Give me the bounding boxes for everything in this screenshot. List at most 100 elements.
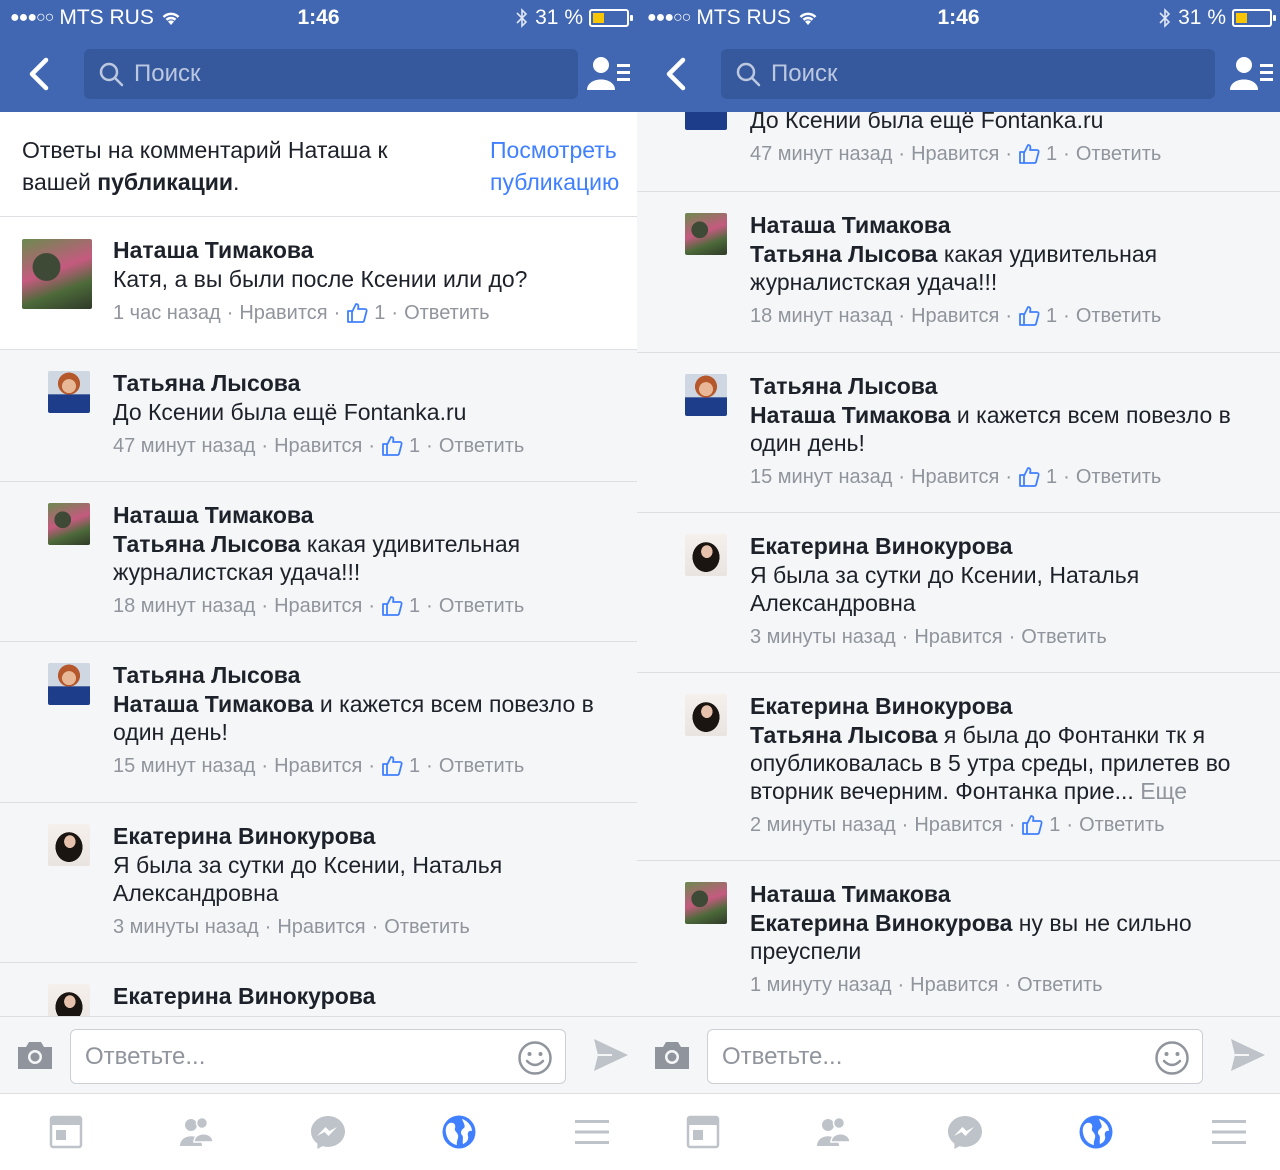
reply-placeholder: Ответьте... — [85, 1042, 206, 1070]
reply-button[interactable]: Ответить — [404, 301, 490, 325]
friends-icon[interactable] — [815, 1114, 851, 1150]
see-more-link[interactable]: Еще — [1140, 778, 1187, 804]
comment-meta: 3 минуты назад · Нравится · Ответить — [113, 915, 627, 939]
reply-item: Татьяна Лысова Наташа Тимакова и кажется… — [0, 642, 637, 803]
like-button[interactable]: Нравится — [911, 465, 999, 489]
comment-meta: 15 минут назад · Нравится · 1 · Ответить — [113, 754, 627, 778]
avatar[interactable] — [685, 882, 727, 924]
thumbs-up-icon — [382, 436, 403, 456]
news-feed-icon[interactable] — [685, 1114, 721, 1150]
view-post-link[interactable]: Посмотреть публикацию — [490, 134, 637, 198]
comment-body: Татьяна Лысова Наташа Тимакова и кажется… — [750, 371, 1270, 489]
avatar[interactable] — [685, 112, 727, 130]
meta-dot: · — [368, 595, 376, 617]
emoji-icon[interactable] — [1154, 1040, 1190, 1076]
menu-icon[interactable] — [1211, 1114, 1247, 1150]
avatar[interactable] — [685, 534, 727, 576]
comment-body: Наташа Тимакова Татьяна Лысова какая уди… — [750, 210, 1270, 328]
camera-icon[interactable] — [16, 1039, 54, 1071]
comment-body: Татьяна Лысова До Ксении была ещё Fontan… — [113, 368, 627, 458]
menu-icon[interactable] — [574, 1114, 610, 1150]
comment-author[interactable]: Наташа Тимакова — [113, 235, 627, 265]
like-button[interactable]: Нравится — [277, 915, 365, 939]
comment-author[interactable]: Екатерина Винокурова — [750, 691, 1270, 721]
camera-icon[interactable] — [653, 1039, 691, 1071]
reply-button[interactable]: Ответить — [1076, 304, 1162, 328]
mention[interactable]: Екатерина Винокурова — [750, 910, 1012, 936]
comment-author[interactable]: Татьяна Лысова — [750, 371, 1270, 401]
thumbs-up-icon — [1022, 815, 1043, 835]
meta-dot: · — [391, 302, 399, 324]
like-button[interactable]: Нравится — [274, 594, 362, 618]
like-button[interactable]: Нравится — [911, 142, 999, 166]
battery-area: 31 % — [1158, 6, 1276, 30]
comment-author[interactable]: Екатерина Винокурова — [750, 531, 1270, 561]
back-arrow-icon[interactable] — [661, 54, 691, 94]
avatar[interactable] — [48, 984, 90, 1016]
back-arrow-icon[interactable] — [24, 54, 54, 94]
reply-button[interactable]: Ответить — [1076, 465, 1162, 489]
avatar[interactable] — [48, 824, 90, 866]
battery-percent: 31 % — [1178, 6, 1226, 29]
globe-notifications-icon[interactable] — [1078, 1114, 1114, 1150]
reply-input[interactable]: Ответьте... — [707, 1029, 1203, 1084]
globe-notifications-icon[interactable] — [441, 1114, 477, 1150]
mention[interactable]: Татьяна Лысова — [750, 241, 937, 267]
reply-button[interactable]: Ответить — [439, 594, 525, 618]
nav-row: Поиск — [637, 46, 1280, 102]
bluetooth-icon — [1159, 8, 1171, 28]
comment-author[interactable]: Наташа Тимакова — [750, 210, 1270, 240]
news-feed-icon[interactable] — [48, 1114, 84, 1150]
comment-author[interactable]: Екатерина Винокурова — [113, 821, 627, 851]
messenger-icon[interactable] — [947, 1114, 983, 1150]
meta-dot: · — [426, 435, 433, 457]
like-button[interactable]: Нравится — [274, 434, 362, 458]
mention[interactable]: Татьяна Лысова — [750, 722, 937, 748]
reply-button[interactable]: Ответить — [439, 754, 525, 778]
meta-dot: · — [898, 305, 906, 327]
mention[interactable]: Татьяна Лысова — [113, 531, 300, 557]
avatar[interactable] — [48, 503, 90, 545]
reply-button[interactable]: Ответить — [1076, 142, 1162, 166]
like-count: 1 — [1046, 143, 1058, 165]
comment-author[interactable]: Наташа Тимакова — [113, 500, 627, 530]
reply-item: Наташа Тимакова Татьяна Лысова какая уди… — [637, 192, 1280, 353]
comment-author[interactable]: Наташа Тимакова — [750, 879, 1270, 909]
send-icon[interactable] — [1229, 1037, 1267, 1073]
like-button[interactable]: Нравится — [274, 754, 362, 778]
comment-author[interactable]: Татьяна Лысова — [113, 368, 627, 398]
avatar[interactable] — [22, 239, 92, 309]
avatar[interactable] — [48, 663, 90, 705]
reply-button[interactable]: Ответить — [1017, 973, 1103, 997]
like-button[interactable]: Нравится — [910, 973, 998, 997]
messenger-icon[interactable] — [310, 1114, 346, 1150]
send-icon[interactable] — [592, 1037, 630, 1073]
friend-requests-icon[interactable] — [1230, 54, 1274, 94]
friends-icon[interactable] — [178, 1114, 214, 1150]
emoji-icon[interactable] — [517, 1040, 553, 1076]
avatar[interactable] — [685, 213, 727, 255]
friend-requests-icon[interactable] — [587, 54, 631, 94]
battery-icon — [1232, 9, 1276, 27]
reply-button[interactable]: Ответить — [439, 434, 525, 458]
comment-meta: 18 минут назад · Нравится · 1 · Ответить — [750, 304, 1270, 328]
reply-button[interactable]: Ответить — [384, 915, 470, 939]
like-button[interactable]: Нравится — [914, 813, 1002, 837]
reply-button[interactable]: Ответить — [1021, 625, 1107, 649]
mention[interactable]: Наташа Тимакова — [113, 691, 314, 717]
avatar[interactable] — [48, 371, 90, 413]
reply-input[interactable]: Ответьте... — [70, 1029, 566, 1084]
comment-author[interactable]: Екатерина Винокурова — [113, 981, 627, 1011]
like-button[interactable]: Нравится — [239, 301, 327, 325]
avatar[interactable] — [685, 694, 727, 736]
mention[interactable]: Наташа Тимакова — [750, 402, 951, 428]
avatar[interactable] — [685, 374, 727, 416]
like-button[interactable]: Нравится — [914, 625, 1002, 649]
search-field[interactable]: Поиск — [721, 49, 1215, 99]
like-button[interactable]: Нравится — [911, 304, 999, 328]
comment-author[interactable]: Татьяна Лысова — [113, 660, 627, 690]
comment-body: Татьяна Лысова Наташа Тимакова и кажется… — [113, 660, 627, 778]
search-field[interactable]: Поиск — [84, 49, 578, 99]
comment-text: До Ксении была ещё Fontanka.ru — [113, 399, 467, 425]
reply-button[interactable]: Ответить — [1079, 813, 1165, 837]
